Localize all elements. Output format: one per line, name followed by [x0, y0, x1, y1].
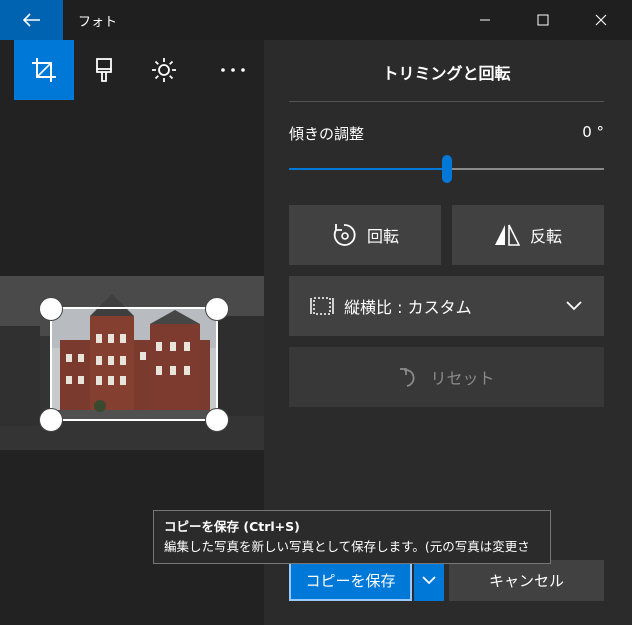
minimize-button[interactable] — [462, 0, 508, 40]
chevron-down-icon — [566, 301, 582, 311]
tooltip-description: 編集した写真を新しい写真として保存します。(元の写真は変更さ — [164, 539, 530, 554]
crop-handle-top-left[interactable] — [39, 297, 63, 321]
aspect-ratio-dropdown[interactable]: 縦横比 : カスタム — [289, 276, 604, 336]
crop-icon — [32, 58, 56, 82]
chevron-down-icon — [422, 576, 436, 585]
cancel-label: キャンセル — [488, 572, 564, 590]
crop-handle-top-right[interactable] — [205, 297, 229, 321]
back-button[interactable] — [0, 0, 63, 40]
reset-button[interactable]: リセット — [289, 347, 604, 407]
save-options-dropdown-button[interactable] — [414, 560, 444, 601]
close-icon — [595, 14, 607, 26]
reset-icon — [400, 368, 416, 387]
flip-button[interactable]: 反転 — [452, 205, 604, 265]
rotate-icon — [333, 224, 356, 246]
reset-label: リセット — [430, 369, 495, 388]
tool-filters[interactable] — [74, 40, 134, 100]
flip-label: 反転 — [529, 227, 562, 246]
crop-handle-bottom-left[interactable] — [39, 408, 63, 432]
maximize-icon — [537, 14, 549, 26]
flip-icon — [494, 224, 520, 246]
app-title: フォト — [78, 15, 118, 30]
aspect-ratio-label: 縦横比 : カスタム — [344, 298, 472, 317]
rotate-label: 回転 — [366, 227, 399, 246]
save-copy-button[interactable]: コピーを保存 — [289, 560, 412, 601]
tool-more[interactable] — [203, 40, 263, 100]
tooltip-title: コピーを保存 (Ctrl+S) — [164, 519, 300, 534]
save-copy-tooltip: コピーを保存 (Ctrl+S) 編集した写真を新しい写真として保存します。(元の… — [153, 510, 551, 564]
crop-handle-bottom-right[interactable] — [205, 408, 229, 432]
rotate-button[interactable]: 回転 — [289, 205, 441, 265]
tool-crop[interactable] — [14, 40, 74, 100]
straighten-label: 傾きの調整 — [289, 125, 365, 143]
straighten-slider-fill — [289, 168, 447, 170]
brush-icon — [96, 58, 112, 82]
aspect-ratio-icon — [310, 297, 334, 315]
brightness-icon — [152, 58, 176, 82]
tool-adjust[interactable] — [134, 40, 194, 100]
divider — [289, 101, 604, 102]
panel-title: トリミングと回転 — [382, 64, 511, 83]
maximize-button[interactable] — [520, 0, 566, 40]
straighten-slider-thumb[interactable] — [441, 155, 452, 183]
save-copy-label: コピーを保存 — [305, 572, 396, 590]
close-button[interactable] — [578, 0, 624, 40]
straighten-value: 0 ° — [582, 123, 604, 141]
more-icon — [221, 68, 245, 72]
cancel-button[interactable]: キャンセル — [449, 560, 604, 601]
back-arrow-icon — [22, 13, 40, 27]
minimize-icon — [480, 19, 490, 21]
